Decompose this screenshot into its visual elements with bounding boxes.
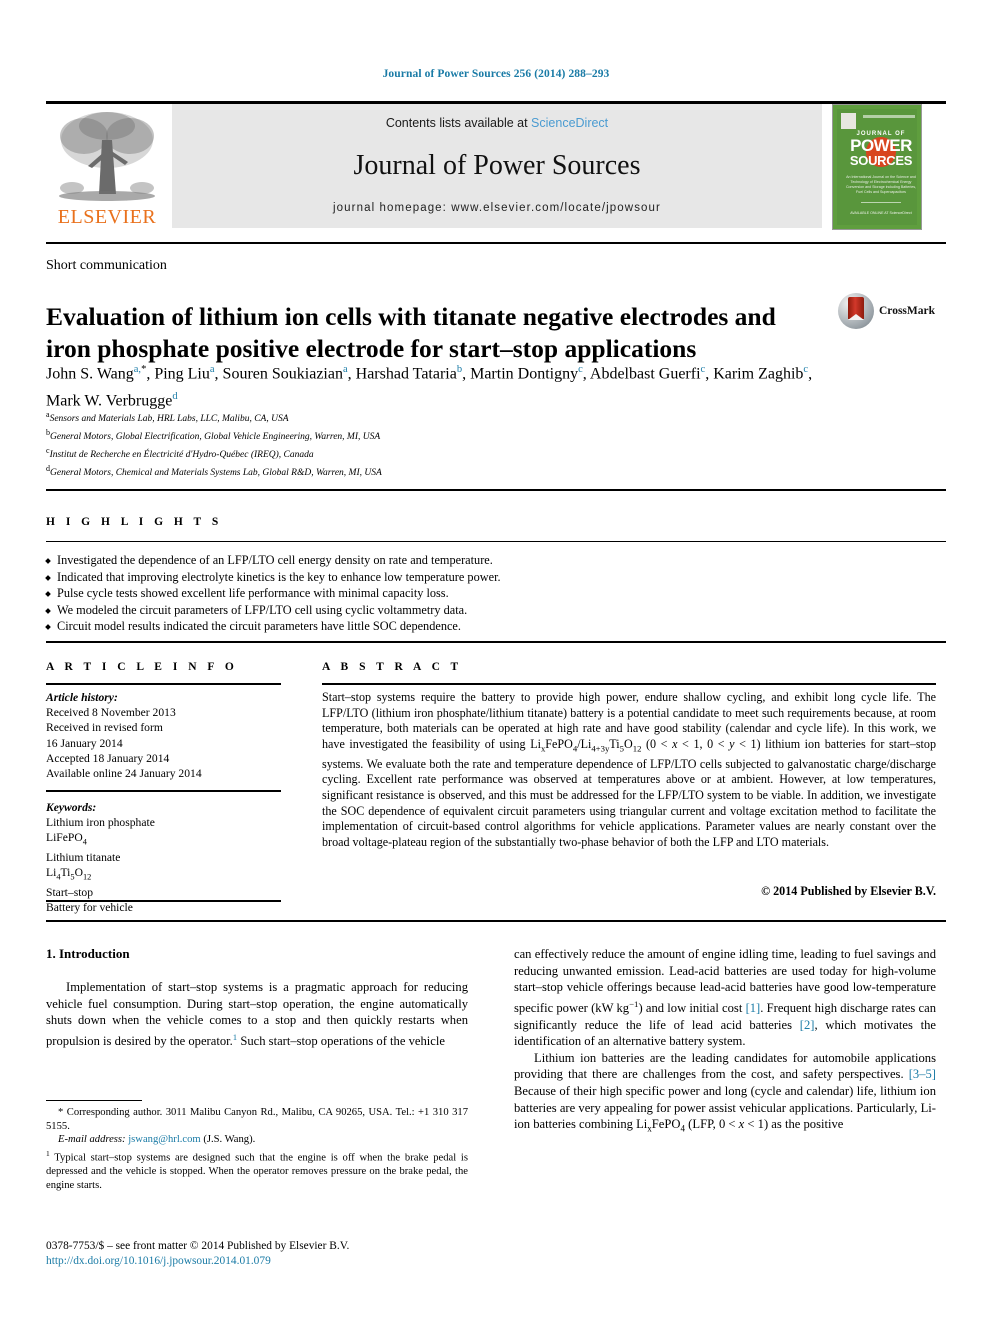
rule-above-keywords: [46, 790, 281, 792]
rule-below-abstract: [46, 920, 946, 922]
cover-footer-text: AVAILABLE ONLINE AT ScienceDirect: [850, 211, 912, 215]
email-note: E-mail address: jswang@hrl.com (J.S. Wan…: [46, 1133, 468, 1147]
keywords-label: Keywords:: [46, 801, 97, 814]
email-link[interactable]: jswang@hrl.com: [128, 1134, 200, 1145]
doi-link[interactable]: http://dx.doi.org/10.1016/j.jpowsour.201…: [46, 1254, 546, 1269]
keyword-item: Li4Ti5O12: [46, 866, 92, 882]
affiliation-text: General Motors, Global Electrification, …: [50, 432, 381, 443]
cover-blurb: An International Journal on the Science …: [845, 175, 917, 194]
rule-below-keywords: [46, 900, 281, 902]
history-item: Available online 24 January 2014: [46, 767, 202, 781]
affiliation-item: bGeneral Motors, Global Electrification,…: [46, 426, 746, 444]
issn-line: 0378-7753/$ – see front matter © 2014 Pu…: [46, 1240, 350, 1252]
section-heading-introduction: 1. Introduction: [46, 946, 130, 961]
footnote-block: * Corresponding author. 3011 Malibu Cany…: [46, 1106, 468, 1192]
sciencedirect-link[interactable]: ScienceDirect: [531, 116, 608, 130]
paragraph: can effectively reduce the amount of eng…: [514, 947, 936, 1049]
keyword-item: Lithium iron phosphate: [46, 816, 155, 830]
paragraph: Implementation of start–stop systems is …: [46, 980, 468, 1048]
cover-sources-label: SOURCES: [849, 153, 913, 168]
affiliation-item: aSensors and Materials Lab, HRL Labs, LL…: [46, 408, 746, 426]
rule-above-highlights: [46, 489, 946, 491]
cover-power-label: POWER: [850, 136, 912, 155]
front-matter-block: 0378-7753/$ – see front matter © 2014 Pu…: [46, 1239, 546, 1269]
elsevier-wordmark: ELSEVIER: [57, 206, 157, 228]
highlight-item: We modeled the circuit parameters of LFP…: [46, 602, 936, 619]
copyright-line: © 2014 Published by Elsevier B.V.: [761, 884, 936, 898]
journal-cover-thumbnail: JOURNAL OF POWER SOURCES An Internationa…: [832, 104, 922, 230]
journal-title: Journal of Power Sources: [353, 150, 641, 181]
keyword-item: Start–stop: [46, 885, 94, 899]
affiliation-text: Sensors and Materials Lab, HRL Labs, LLC…: [49, 414, 289, 425]
rule-under-abstract-heading: [322, 683, 936, 685]
highlight-item: Indicated that improving electrolyte kin…: [46, 569, 936, 586]
keyword-item: Lithium titanate: [46, 850, 121, 864]
affiliation-list: aSensors and Materials Lab, HRL Labs, LL…: [46, 408, 746, 481]
abstract-heading: A B S T R A C T: [322, 661, 463, 673]
cover-top-rule: [863, 115, 915, 118]
keyword-item: LiFePO4: [46, 831, 87, 847]
history-item: Received 8 November 2013: [46, 706, 176, 720]
email-suffix: (J.S. Wang).: [203, 1134, 256, 1146]
history-item: Received in revised form: [46, 721, 163, 735]
article-info-heading: A R T I C L E I N F O: [46, 661, 238, 673]
affiliation-item: cInstitut de Recherche en Électricité d'…: [46, 444, 746, 462]
rule-under-highlights-heading: [46, 541, 946, 542]
highlights-heading: H I G H L I G H T S: [46, 516, 223, 528]
cover-inner: JOURNAL OF POWER SOURCES An Internationa…: [837, 109, 917, 225]
abstract-text: Start–stop systems require the battery t…: [322, 690, 936, 849]
affiliation-item: dGeneral Motors, Chemical and Materials …: [46, 462, 746, 480]
paragraph: Lithium ion batteries are the leading ca…: [514, 1050, 936, 1134]
history-item: Accepted 18 January 2014: [46, 751, 170, 765]
article-history-label: Article history:: [46, 691, 118, 704]
contents-prefix: Contents lists available at: [385, 116, 532, 130]
keyword-item: Battery for vehicle: [46, 900, 133, 914]
crossmark-label: CrossMark: [879, 305, 936, 317]
highlights-list: Investigated the dependence of an LFP/LT…: [46, 552, 936, 635]
banner-center: Contents lists available at ScienceDirec…: [172, 104, 822, 228]
email-label: E-mail address:: [58, 1134, 126, 1146]
corresponding-author-note: * Corresponding author. 3011 Malibu Cany…: [46, 1107, 468, 1132]
keywords-block: Keywords: Lithium iron phosphate LiFePO4…: [46, 800, 286, 915]
rule-under-banner: [46, 242, 946, 244]
body-column-left: 1. Introduction Implementation of start–…: [46, 946, 468, 1050]
running-head: Journal of Power Sources 256 (2014) 288–…: [382, 68, 610, 80]
crossmark-circle-icon: [838, 293, 874, 329]
elsevier-logo: ELSEVIER: [46, 104, 168, 228]
footnote-rule: [46, 1100, 142, 1101]
highlight-item: Circuit model results indicated the circ…: [46, 618, 936, 635]
page-title: Evaluation of lithium ion cells with tit…: [46, 302, 776, 364]
highlight-item: Investigated the dependence of an LFP/LT…: [46, 552, 936, 569]
numbered-footnote: 1 Typical start–stop systems are designe…: [46, 1148, 468, 1191]
rule-under-article-info-heading: [46, 683, 281, 685]
affiliation-text: General Motors, Chemical and Materials S…: [50, 468, 382, 479]
highlight-item: Pulse cycle tests showed excellent life …: [46, 585, 936, 602]
article-history: Article history: Received 8 November 201…: [46, 690, 286, 781]
journal-homepage-link[interactable]: journal homepage: www.elsevier.com/locat…: [172, 202, 822, 214]
cover-foot-rule: [861, 202, 901, 203]
paper-page: Journal of Power Sources 256 (2014) 288–…: [0, 0, 992, 1323]
affiliation-text: Institut de Recherche en Électricité d'H…: [49, 450, 314, 461]
crossmark-badge[interactable]: CrossMark: [838, 293, 936, 331]
rule-above-article-info: [46, 641, 946, 643]
journal-banner: ELSEVIER Contents lists available at Sci…: [46, 104, 946, 230]
contents-line: Contents lists available at ScienceDirec…: [172, 116, 822, 130]
article-type: Short communication: [46, 258, 167, 273]
author-list: John S. Wanga,*, Ping Liua, Souren Souki…: [46, 364, 813, 410]
elsevier-tree-icon: [52, 106, 162, 204]
history-item: 16 January 2014: [46, 736, 123, 750]
body-column-right: can effectively reduce the amount of eng…: [514, 946, 936, 1137]
cover-elsevier-mark-icon: [841, 113, 856, 129]
crossmark-notch-icon: [848, 314, 864, 320]
